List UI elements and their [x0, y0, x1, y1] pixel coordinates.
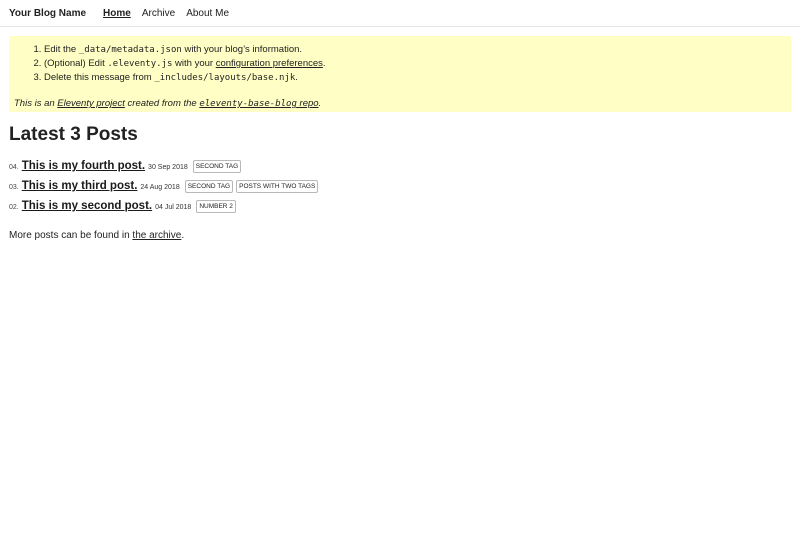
note-text: This is an [14, 98, 58, 109]
step-text: Edit the [44, 44, 79, 55]
eleventy-project-link[interactable]: Eleventy project [57, 98, 125, 109]
nav-link-about[interactable]: About Me [186, 8, 229, 19]
post-list: 04. This is my fourth post. 30 Sep 2018 … [9, 160, 791, 220]
nav-link-home[interactable]: Home [103, 8, 131, 19]
post-list-item: 04. This is my fourth post. 30 Sep 2018 … [9, 160, 791, 180]
step-text: with your blog’s information. [181, 44, 303, 55]
step-text: with your [172, 58, 216, 69]
nav-item-archive: Archive [142, 8, 175, 19]
setup-steps-list: Edit the _data/metadata.json with your b… [14, 43, 786, 85]
post-number: 02. [9, 204, 19, 211]
setup-step: Delete this message from _includes/layou… [44, 71, 786, 85]
nav-link-archive[interactable]: Archive [142, 8, 175, 19]
post-list-item: 02. This is my second post. 04 Jul 2018 … [9, 200, 791, 220]
post-tag[interactable]: second tag [184, 180, 234, 193]
repo-link-text: repo [296, 98, 319, 109]
project-note: This is an Eleventy project created from… [14, 97, 786, 111]
post-date: 30 Sep 2018 [148, 164, 188, 171]
step-text: . [322, 58, 326, 69]
page-title: Latest 3 Posts [9, 124, 138, 145]
step-text: (Optional) Edit [44, 58, 108, 69]
step-text: Delete this message from [44, 72, 155, 83]
nav-item-about: About Me [186, 8, 229, 19]
step-text: . [295, 72, 298, 83]
post-tag[interactable]: number 2 [196, 200, 236, 213]
step-code: _includes/layouts/base.njk [154, 73, 296, 83]
setup-warning-box: Edit the _data/metadata.json with your b… [9, 36, 791, 112]
main-nav: Home Archive About Me [103, 8, 240, 19]
archive-note-text: More posts can be found in [9, 230, 133, 241]
configuration-preferences-link[interactable]: configuration preferences [216, 58, 323, 69]
repo-name-code: eleventy-base-blog [199, 99, 297, 109]
post-list-item: 03. This is my third post. 24 Aug 2018 s… [9, 180, 791, 200]
setup-step: Edit the _data/metadata.json with your b… [44, 43, 786, 57]
main-content: Latest 3 Posts 04. This is my fourth pos… [0, 124, 800, 241]
setup-step: (Optional) Edit .eleventy.js with your c… [44, 57, 786, 71]
note-text: . [318, 98, 322, 109]
post-tag[interactable]: posts with two tags [236, 180, 319, 193]
post-date: 04 Jul 2018 [155, 204, 192, 211]
site-name-link[interactable]: Your Blog Name [9, 8, 86, 19]
post-number: 04. [9, 164, 19, 171]
post-tag[interactable]: second tag [192, 160, 242, 173]
post-date: 24 Aug 2018 [140, 184, 180, 191]
post-title-link[interactable]: This is my second post. [22, 200, 152, 212]
step-code: _data/metadata.json [78, 45, 182, 55]
nav-item-home: Home [103, 8, 131, 19]
archive-note: More posts can be found in the archive. [9, 230, 791, 241]
post-title-link[interactable]: This is my third post. [22, 180, 138, 192]
site-header: Your Blog Name Home Archive About Me [0, 0, 800, 27]
archive-link[interactable]: the archive [132, 230, 181, 241]
note-text: created from the [124, 98, 200, 109]
step-code: .eleventy.js [107, 59, 173, 69]
post-number: 03. [9, 184, 19, 191]
archive-note-text: . [181, 230, 185, 241]
post-title-link[interactable]: This is my fourth post. [22, 160, 145, 172]
base-blog-repo-link[interactable]: eleventy-base-blog repo [199, 98, 318, 109]
